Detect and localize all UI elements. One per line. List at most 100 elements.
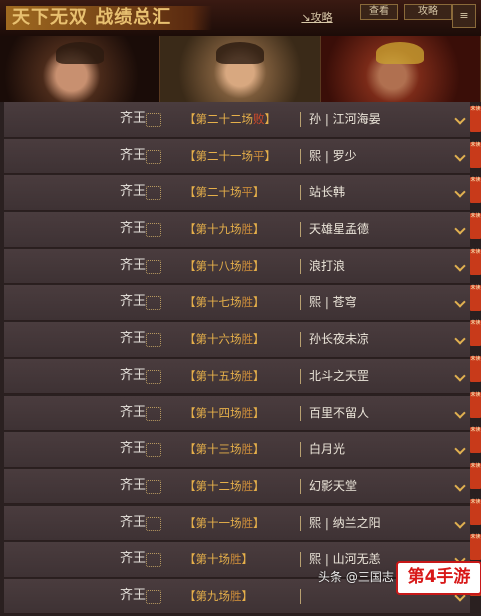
- bracket-close: 】: [253, 185, 265, 200]
- match-result: 平: [241, 185, 254, 200]
- bracket-close: 】: [241, 588, 254, 603]
- match-result: 胜: [241, 332, 254, 347]
- player-title: 齐王: [120, 441, 147, 457]
- portrait-left: [0, 36, 161, 102]
- player-title: 齐王: [120, 184, 147, 200]
- match-label: 【第十五场胜】: [184, 359, 265, 393]
- chevron-down-icon[interactable]: [454, 186, 466, 199]
- player-title: 齐王: [120, 331, 147, 347]
- opponent-name: 熙 | 纳兰之阳: [309, 515, 381, 530]
- match-row[interactable]: 齐王 【第十四场胜】 百里不留人: [4, 395, 470, 431]
- chevron-down-icon[interactable]: [454, 260, 466, 272]
- divider: [300, 442, 301, 458]
- hero-portraits: [0, 36, 481, 102]
- chevron-down-icon[interactable]: [454, 333, 466, 345]
- divider: [300, 515, 301, 531]
- unread-tag[interactable]: 未读: [470, 355, 481, 382]
- unread-tag[interactable]: 未读: [470, 106, 481, 132]
- unread-tag[interactable]: 未读: [470, 141, 481, 168]
- title-badge-icon: [146, 149, 161, 164]
- match-label: 【第十九场胜】: [184, 212, 265, 246]
- watermark-text: 头条 @三国志: [318, 570, 394, 584]
- match-row[interactable]: 齐王 【第十九场胜】 天雄星孟德: [4, 212, 470, 248]
- portrait-right: [320, 36, 481, 102]
- unread-tag[interactable]: 未读: [470, 248, 481, 275]
- match-result: 胜: [241, 515, 254, 530]
- match-row[interactable]: 齐王 【第十三场胜】 白月光: [4, 432, 470, 468]
- unread-tag[interactable]: 未读: [470, 463, 481, 489]
- player-title: 齐王: [120, 147, 147, 163]
- unread-tag[interactable]: 未读: [470, 391, 481, 418]
- chevron-down-icon[interactable]: [454, 296, 466, 309]
- match-number: 【第二十场: [184, 185, 242, 200]
- match-label: 【第十二场胜】: [184, 469, 265, 503]
- opponent-name: 浪打浪: [309, 258, 346, 273]
- top-bar: 天下无双 战绩总汇 ↘攻略 查看 攻略 ≡: [0, 0, 481, 37]
- match-row[interactable]: 齐王 【第十六场胜】 孙长夜未凉: [4, 322, 470, 358]
- match-number: 【第二十一场: [184, 148, 253, 163]
- match-label: 【第十四场胜】: [184, 396, 265, 430]
- match-number: 【第九场: [184, 588, 230, 603]
- match-result: 平: [253, 148, 265, 163]
- chevron-down-icon[interactable]: [454, 443, 466, 455]
- player-title: 齐王: [120, 514, 147, 530]
- unread-tag[interactable]: 未读: [470, 177, 481, 204]
- match-label: 【第十八场胜】: [184, 249, 265, 283]
- unread-tag[interactable]: 未读: [470, 498, 481, 525]
- chevron-down-icon[interactable]: [454, 150, 466, 162]
- player-title: 齐王: [120, 404, 147, 420]
- match-row[interactable]: 齐王 【第二十一场平】 熙 | 罗少: [4, 138, 470, 175]
- bracket-close: 】: [253, 368, 265, 383]
- chevron-down-icon[interactable]: [454, 113, 466, 125]
- match-row[interactable]: 齐王 【第十一场胜】 熙 | 纳兰之阳: [4, 505, 470, 542]
- match-row[interactable]: 齐王 【第十七场胜】 熙 | 苍穹: [4, 285, 470, 321]
- chevron-down-icon[interactable]: [454, 370, 466, 382]
- title-badge-icon: [146, 553, 161, 568]
- match-label: 【第二十场平】: [184, 175, 265, 209]
- view-button[interactable]: 查看: [360, 4, 398, 20]
- bracket-close: 】: [253, 222, 265, 237]
- bracket-close: 】: [264, 112, 277, 126]
- match-result: 胜: [230, 588, 242, 603]
- bracket-close: 】: [253, 332, 265, 347]
- match-row[interactable]: 齐王 【第十五场胜】 北斗之天罡: [4, 358, 470, 395]
- match-label: 【第十七场胜】: [184, 285, 265, 319]
- divider: [300, 332, 301, 348]
- match-label: 【第二十二场败】: [184, 102, 276, 136]
- unread-tag[interactable]: 未读: [470, 284, 481, 311]
- opponent-name: 站长韩: [309, 185, 346, 200]
- unread-tag[interactable]: 未读: [470, 534, 481, 561]
- match-result: 败: [253, 112, 265, 126]
- match-label: 【第十一场胜】: [184, 506, 265, 540]
- match-label: 【第十三场胜】: [184, 432, 265, 466]
- menu-icon[interactable]: ≡: [452, 4, 476, 28]
- chevron-down-icon[interactable]: [454, 516, 466, 529]
- unread-tag[interactable]: 未读: [470, 427, 481, 454]
- title-badge-icon: [146, 479, 161, 494]
- match-result: 胜: [230, 552, 242, 567]
- unread-tag[interactable]: 未读: [470, 320, 481, 347]
- match-number: 【第十七场: [184, 295, 242, 310]
- title-badge-icon: [146, 406, 161, 421]
- opponent-name: 白月光: [309, 442, 346, 457]
- match-row[interactable]: 齐王 【第十二场胜】 幻影天堂: [4, 468, 470, 505]
- match-row[interactable]: 齐王 【第十八场胜】 浪打浪: [4, 248, 470, 285]
- divider: [300, 295, 301, 311]
- chevron-down-icon[interactable]: [454, 223, 466, 235]
- title-badge-icon: [146, 589, 161, 604]
- guide-link[interactable]: ↘攻略: [290, 8, 344, 28]
- match-number: 【第十场: [184, 552, 230, 567]
- chevron-down-icon[interactable]: [454, 406, 466, 419]
- match-result: 胜: [241, 368, 254, 383]
- chevron-down-icon[interactable]: [454, 480, 466, 492]
- match-row[interactable]: 齐王 【第二十二场败】 孙 | 江河海晏: [4, 102, 470, 138]
- unread-tag[interactable]: 未读: [470, 213, 481, 240]
- match-label: 【第十场胜】: [184, 542, 253, 576]
- bracket-close: 】: [253, 258, 265, 273]
- match-result: 胜: [241, 295, 254, 310]
- match-label: 【第十六场胜】: [184, 322, 265, 356]
- player-title: 齐王: [120, 221, 147, 237]
- divider: [300, 148, 301, 164]
- strategy-button[interactable]: 攻略: [404, 4, 452, 20]
- match-row[interactable]: 齐王 【第二十场平】 站长韩: [4, 175, 470, 211]
